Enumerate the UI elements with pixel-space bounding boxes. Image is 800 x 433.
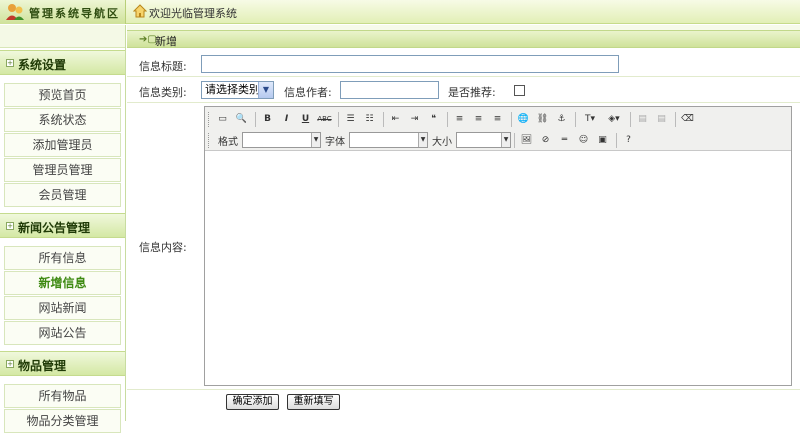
- size-label: 大小: [432, 136, 452, 148]
- expand-icon: +: [6, 59, 14, 67]
- recommend-label: 是否推荐:: [448, 86, 496, 99]
- size-combo[interactable]: ▼: [456, 132, 511, 148]
- sidebar-item-all-goods[interactable]: 所有物品: [4, 384, 121, 408]
- bold-icon[interactable]: B: [259, 111, 276, 128]
- format-combo[interactable]: ▼: [242, 132, 321, 148]
- sidebar-section-system[interactable]: + 系统设置: [0, 50, 125, 75]
- category-selected-value: 请选择类别: [205, 83, 260, 96]
- form-row-category: 信息类别: 请选择类别 ▼ 信息作者: 是否推荐:: [127, 77, 800, 103]
- font-label: 字体: [325, 136, 345, 148]
- editor-body[interactable]: [205, 151, 791, 385]
- unlink-icon[interactable]: ⛓: [534, 111, 551, 128]
- submit-button[interactable]: 确定添加: [226, 394, 279, 410]
- form-row-content: 信息内容: ▭ 🔍 B I U ABC ☰ ☷ ⇤ ⇥ ❝ ≡ ≡ ≡ 🌐 ⛓ …: [127, 103, 800, 390]
- preview-icon[interactable]: 🔍: [233, 111, 250, 128]
- sidebar-item-goods-category[interactable]: 物品分类管理: [4, 409, 121, 433]
- blockquote-icon[interactable]: ❝: [425, 111, 442, 128]
- home-icon: [133, 4, 147, 18]
- welcome-text: 欢迎光临管理系统: [149, 7, 237, 20]
- strikethrough-icon[interactable]: ABC: [316, 111, 333, 128]
- reset-button[interactable]: 重新填写: [287, 394, 340, 410]
- breadcrumb: ➔▢ 新增: [127, 30, 800, 48]
- anchor-icon[interactable]: ⚓: [553, 111, 570, 128]
- sidebar-item-system-status[interactable]: 系统状态: [4, 108, 121, 132]
- align-center-icon[interactable]: ≡: [470, 111, 487, 128]
- chevron-down-icon: ▼: [258, 82, 273, 98]
- sidebar-item-member-manage[interactable]: 会员管理: [4, 183, 121, 207]
- sidebar-item-site-notice[interactable]: 网站公告: [4, 321, 121, 345]
- section-title: 物品管理: [18, 359, 67, 373]
- image-icon[interactable]: 🖼: [518, 132, 535, 149]
- font-combo[interactable]: ▼: [349, 132, 428, 148]
- expand-icon: +: [6, 360, 14, 368]
- sidebar-item-all-info[interactable]: 所有信息: [4, 246, 121, 270]
- author-label: 信息作者:: [284, 86, 332, 99]
- sidebar-section-news[interactable]: + 新闻公告管理: [0, 213, 125, 238]
- sidebar-item-admin-manage[interactable]: 管理员管理: [4, 158, 121, 182]
- main-content: ➔▢ 新增 信息标题: 信息类别: 请选择类别 ▼ 信息作者: 是否推荐: 信息…: [127, 25, 800, 421]
- paste-icon[interactable]: ▤: [634, 111, 651, 128]
- indent-icon[interactable]: ⇥: [406, 111, 423, 128]
- section-title: 系统设置: [18, 58, 67, 72]
- brand-title: 管理系统导航区: [29, 7, 120, 20]
- special-char-icon[interactable]: ▣: [594, 132, 611, 149]
- ordered-list-icon[interactable]: ☰: [342, 111, 359, 128]
- outdent-icon[interactable]: ⇤: [387, 111, 404, 128]
- brand-area: 管理系统导航区: [0, 0, 126, 24]
- bg-color-icon[interactable]: ◈▾: [603, 111, 625, 128]
- form-row-title: 信息标题:: [127, 51, 800, 77]
- sidebar-item-preview-home[interactable]: 预览首页: [4, 83, 121, 107]
- category-label: 信息类别:: [139, 86, 187, 99]
- top-bar: 管理系统导航区 欢迎光临管理系统: [0, 0, 800, 24]
- sidebar: + 系统设置 预览首页 系统状态 添加管理员 管理员管理 会员管理 + 新闻公告…: [0, 25, 126, 433]
- users-icon: [6, 4, 24, 20]
- paste-text-icon[interactable]: ▤: [653, 111, 670, 128]
- unordered-list-icon[interactable]: ☷: [361, 111, 378, 128]
- category-select[interactable]: 请选择类别 ▼: [201, 81, 274, 99]
- info-form: 信息标题: 信息类别: 请选择类别 ▼ 信息作者: 是否推荐: 信息内容: ▭: [127, 51, 800, 416]
- author-input[interactable]: [340, 81, 439, 99]
- horizontal-rule-icon[interactable]: ═: [556, 132, 573, 149]
- sidebar-section-goods[interactable]: + 物品管理: [0, 351, 125, 376]
- recommend-checkbox[interactable]: [514, 85, 525, 96]
- content-label: 信息内容:: [139, 241, 187, 254]
- expand-icon: +: [6, 222, 14, 230]
- link-icon[interactable]: 🌐: [515, 111, 532, 128]
- eraser-icon[interactable]: ⌫: [679, 111, 696, 128]
- smiley-icon[interactable]: ☺: [575, 132, 592, 149]
- flash-icon[interactable]: ⊘: [537, 132, 554, 149]
- format-label: 格式: [218, 136, 238, 148]
- rich-text-editor: ▭ 🔍 B I U ABC ☰ ☷ ⇤ ⇥ ❝ ≡ ≡ ≡ 🌐 ⛓ ⚓ T▾ ◈…: [204, 106, 792, 386]
- section-title: 新闻公告管理: [18, 221, 91, 235]
- italic-icon[interactable]: I: [278, 111, 295, 128]
- align-left-icon[interactable]: ≡: [451, 111, 468, 128]
- sidebar-item-add-admin[interactable]: 添加管理员: [4, 133, 121, 157]
- sidebar-item-site-news[interactable]: 网站新闻: [4, 296, 121, 320]
- title-label: 信息标题:: [139, 60, 187, 73]
- sidebar-item-new-info[interactable]: 新增信息: [4, 271, 121, 295]
- title-input[interactable]: [201, 55, 619, 73]
- align-right-icon[interactable]: ≡: [489, 111, 506, 128]
- editor-toolbar: ▭ 🔍 B I U ABC ☰ ☷ ⇤ ⇥ ❝ ≡ ≡ ≡ 🌐 ⛓ ⚓ T▾ ◈…: [205, 107, 791, 151]
- underline-icon[interactable]: U: [297, 111, 314, 128]
- text-color-icon[interactable]: T▾: [579, 111, 601, 128]
- breadcrumb-text: 新增: [155, 35, 177, 48]
- help-icon[interactable]: ?: [620, 132, 637, 149]
- source-icon[interactable]: ▭: [214, 111, 231, 128]
- sidebar-spacer: [0, 25, 125, 48]
- form-row-buttons: 确定添加 重新填写: [127, 390, 800, 416]
